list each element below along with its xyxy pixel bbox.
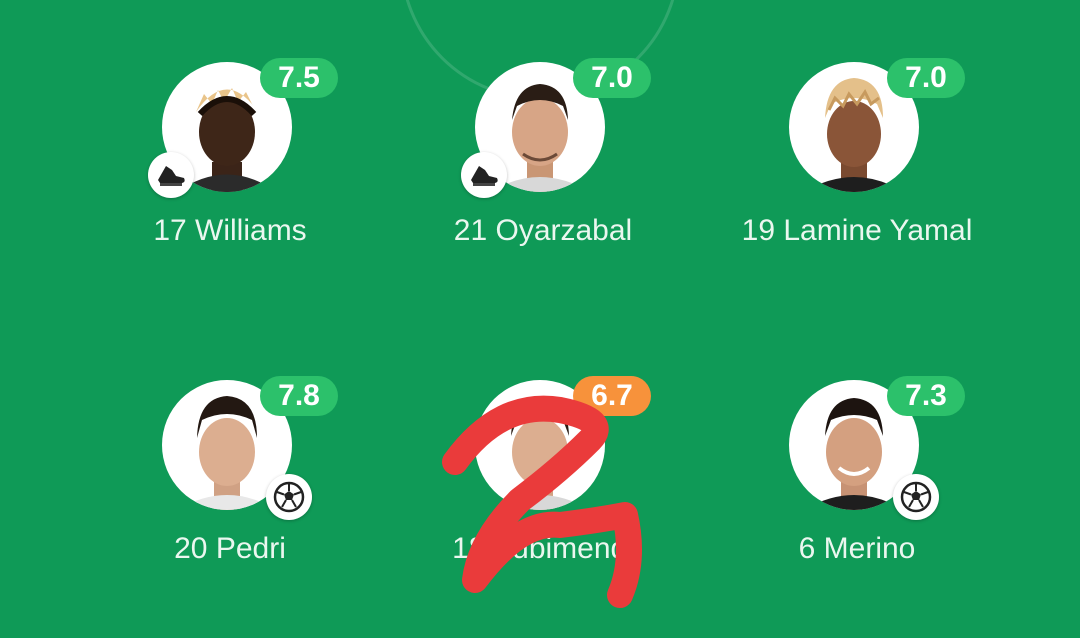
rating-badge: 7.0 bbox=[887, 58, 965, 98]
ball-icon bbox=[266, 474, 312, 520]
player-card-zubimendi[interactable]: 6.7 18 Zubimendi bbox=[383, 376, 703, 610]
player-name: 6 Merino bbox=[697, 532, 1017, 566]
player-name: 21 Oyarzabal bbox=[383, 214, 703, 248]
player-number: 21 bbox=[453, 214, 488, 247]
player-number: 20 bbox=[174, 532, 208, 565]
player-surname: Zubimendi bbox=[493, 532, 634, 565]
rating-badge: 7.3 bbox=[887, 376, 965, 416]
player-surname: Oyarzabal bbox=[495, 214, 633, 247]
player-number: 19 bbox=[741, 214, 776, 247]
player-number: 18 bbox=[452, 532, 486, 565]
rating-badge: 7.8 bbox=[260, 376, 338, 416]
player-number: 6 bbox=[798, 532, 816, 565]
player-card-lamine-yamal[interactable]: 7.0 19 Lamine Yamal bbox=[697, 58, 1017, 292]
player-name: 18 Zubimendi bbox=[383, 532, 703, 566]
boot-icon bbox=[461, 152, 507, 198]
player-card-oyarzabal[interactable]: 7.0 21 Oyarzabal bbox=[383, 58, 703, 292]
rating-badge: 7.5 bbox=[260, 58, 338, 98]
player-surname: Lamine Yamal bbox=[783, 214, 973, 247]
ball-icon bbox=[893, 474, 939, 520]
rating-badge: 7.0 bbox=[573, 58, 651, 98]
player-card-merino[interactable]: 7.3 6 Merino bbox=[697, 376, 1017, 610]
player-name: 19 Lamine Yamal bbox=[697, 214, 1017, 248]
player-card-pedri[interactable]: 7.8 20 Pedri bbox=[70, 376, 390, 610]
boot-icon bbox=[148, 152, 194, 198]
player-surname: Pedri bbox=[215, 532, 286, 565]
player-name: 20 Pedri bbox=[70, 532, 390, 566]
rating-badge: 6.7 bbox=[573, 376, 651, 416]
player-number: 17 bbox=[153, 214, 187, 247]
player-surname: Williams bbox=[195, 214, 307, 247]
player-name: 17 Williams bbox=[70, 214, 390, 248]
player-surname: Merino bbox=[823, 532, 916, 565]
player-card-williams[interactable]: 7.5 17 Williams bbox=[70, 58, 390, 292]
